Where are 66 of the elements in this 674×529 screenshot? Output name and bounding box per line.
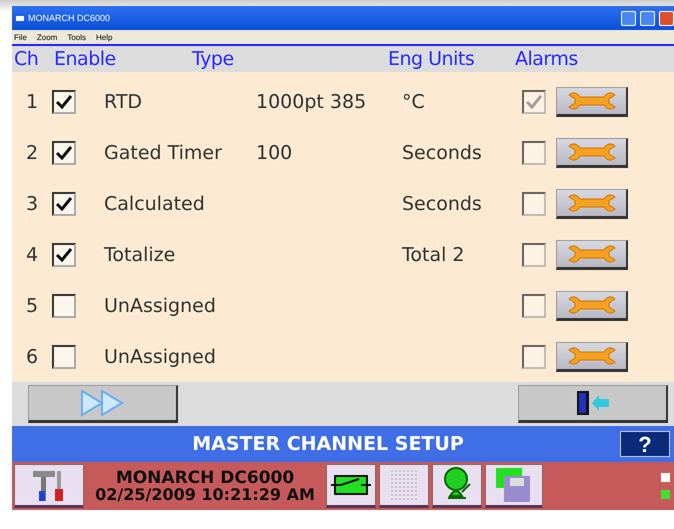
wrench-button[interactable] <box>556 240 628 270</box>
channel-type: UnAssigned <box>104 346 217 368</box>
type-detail: 1000pt 385 <box>256 90 368 112</box>
alarm-checkbox[interactable] <box>522 344 546 368</box>
exit-button[interactable] <box>518 385 668 423</box>
device-name: MONARCH DC6000 <box>116 470 294 486</box>
status-light <box>661 473 670 482</box>
column-header: Type <box>192 48 235 70</box>
relay-button[interactable] <box>326 464 376 508</box>
channel-type: RTD <box>104 90 144 112</box>
menu-item[interactable]: Tools <box>67 32 86 42</box>
menu-item[interactable]: Help <box>96 32 112 42</box>
date-time: 02/25/2009 10:21:29 AM <box>95 486 315 502</box>
help-button[interactable]: ? <box>620 431 670 457</box>
channel-number: 4 <box>24 244 40 266</box>
eng-units: Seconds <box>402 142 483 164</box>
channel-number: 3 <box>24 192 40 214</box>
enable-checkbox[interactable] <box>52 140 76 164</box>
fast-forward-icon <box>80 389 126 417</box>
menu-item[interactable]: File <box>14 32 27 42</box>
enable-checkbox[interactable] <box>52 294 76 318</box>
column-header: Eng Units <box>388 48 476 70</box>
channel-number: 2 <box>24 142 40 164</box>
alarm-checkbox[interactable] <box>522 242 546 266</box>
alarm-checkbox[interactable] <box>522 192 546 216</box>
window-title: MONARCH DC6000 <box>28 13 112 23</box>
type-detail: 100 <box>256 142 294 164</box>
menu-item[interactable]: Zoom <box>36 32 58 42</box>
enable-checkbox[interactable] <box>52 344 76 368</box>
channel-number: 1 <box>24 90 40 112</box>
channel-type: Gated Timer <box>104 142 223 164</box>
wrench-button[interactable] <box>556 138 628 168</box>
grid-icon <box>389 468 419 502</box>
column-header: Ch <box>14 48 40 70</box>
table-button[interactable] <box>379 464 429 508</box>
channel-type: Totalize <box>104 244 176 266</box>
eng-units: °C <box>402 90 426 112</box>
enable-checkbox[interactable] <box>52 242 76 266</box>
eng-units: Total 2 <box>402 244 466 266</box>
alarm-checkbox[interactable] <box>522 294 546 318</box>
enable-checkbox[interactable] <box>52 90 76 114</box>
channel-type: Calculated <box>104 192 206 214</box>
wrench-button[interactable] <box>556 290 628 320</box>
save-button[interactable] <box>485 464 543 508</box>
eng-units: Seconds <box>402 192 483 214</box>
close-button[interactable] <box>659 10 674 26</box>
column-header: Alarms <box>515 48 579 70</box>
wrench-button[interactable] <box>556 86 628 116</box>
tools-button[interactable] <box>14 464 84 508</box>
channel-number: 6 <box>24 346 40 368</box>
enable-checkbox[interactable] <box>52 192 76 216</box>
status-light <box>661 490 670 499</box>
wrench-button[interactable] <box>556 342 628 372</box>
channel-type: UnAssigned <box>104 294 217 316</box>
alarm-bell-button[interactable] <box>432 464 482 508</box>
switch-icon <box>331 474 371 496</box>
alarm-checkbox[interactable] <box>522 90 546 114</box>
alarm-checkbox[interactable] <box>522 140 546 164</box>
next-button[interactable] <box>28 385 178 423</box>
maximize-button[interactable] <box>640 10 655 26</box>
wrench-button[interactable] <box>556 188 628 218</box>
channel-number: 5 <box>24 294 40 316</box>
column-header: Enable <box>54 48 117 70</box>
minimize-button[interactable] <box>621 10 636 26</box>
window-icon <box>16 16 24 20</box>
screen-title: MASTER CHANNEL SETUP <box>191 433 465 455</box>
